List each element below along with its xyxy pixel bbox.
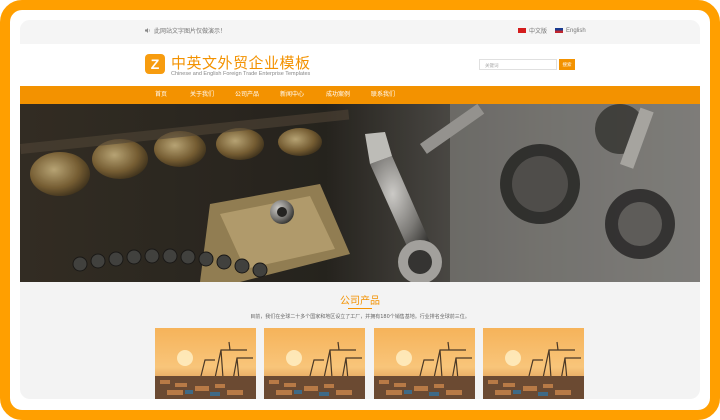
products-description: 目前，我们在全球二十多个国家和地区设立了工厂，并拥有180个销售基地。行业排名全… xyxy=(250,314,470,320)
nav-item-news[interactable]: 新闻中心 xyxy=(280,86,304,104)
nav-item-products[interactable]: 公司产品 xyxy=(235,86,259,104)
products-section-title: 公司产品 xyxy=(340,296,380,307)
nav-item-about[interactable]: 关于我们 xyxy=(190,86,214,104)
site-subtitle: Chinese and English Foreign Trade Enterp… xyxy=(171,71,311,77)
lang-chinese-link[interactable]: 中文版 xyxy=(518,26,547,35)
search-input[interactable]: 关键词 xyxy=(479,59,557,70)
nav-item-cases[interactable]: 成功案例 xyxy=(326,86,350,104)
port-cranes-image xyxy=(483,328,584,399)
hero-banner[interactable] xyxy=(20,104,700,282)
nav-item-home[interactable]: 首页 xyxy=(155,86,167,104)
website-page: 此网站文字图片仅做演示！ 中文版 English Z 中英文外贸企业模板 Chi… xyxy=(20,20,700,399)
nav-item-contact[interactable]: 联系我们 xyxy=(371,86,395,104)
site-title: 中英文外贸企业模板 xyxy=(171,54,311,72)
cn-flag-icon xyxy=(518,28,526,33)
us-flag-icon xyxy=(555,28,564,33)
notice-text: 此网站文字图片仅做演示！ xyxy=(154,29,227,35)
site-header: Z 中英文外贸企业模板 Chinese and English Foreign … xyxy=(20,44,700,86)
product-thumbnail[interactable] xyxy=(374,328,475,399)
screenshot-frame: 此网站文字图片仅做演示！ 中文版 English Z 中英文外贸企业模板 Chi… xyxy=(0,0,720,420)
lang-chinese-label: 中文版 xyxy=(529,29,548,35)
lang-english-link[interactable]: English xyxy=(555,28,586,34)
notice: 此网站文字图片仅做演示！ xyxy=(145,26,226,35)
logo-icon[interactable]: Z xyxy=(145,54,165,74)
product-thumbnail[interactable] xyxy=(264,328,365,399)
product-thumbnail[interactable] xyxy=(155,328,256,399)
main-nav: 首页 关于我们 公司产品 新闻中心 成功案例 联系我们 xyxy=(20,86,700,104)
port-cranes-image xyxy=(155,328,256,399)
search-button[interactable]: 搜索 xyxy=(559,59,575,70)
product-thumbnail[interactable] xyxy=(483,328,584,399)
top-bar: 此网站文字图片仅做演示！ 中文版 English xyxy=(20,20,700,45)
port-cranes-image xyxy=(264,328,365,399)
speaker-icon xyxy=(145,28,150,33)
engine-banner-image xyxy=(20,104,700,282)
lang-english-label: English xyxy=(566,27,586,34)
title-underline xyxy=(348,308,372,309)
port-cranes-image xyxy=(374,328,475,399)
language-switcher: 中文版 English xyxy=(518,26,586,35)
